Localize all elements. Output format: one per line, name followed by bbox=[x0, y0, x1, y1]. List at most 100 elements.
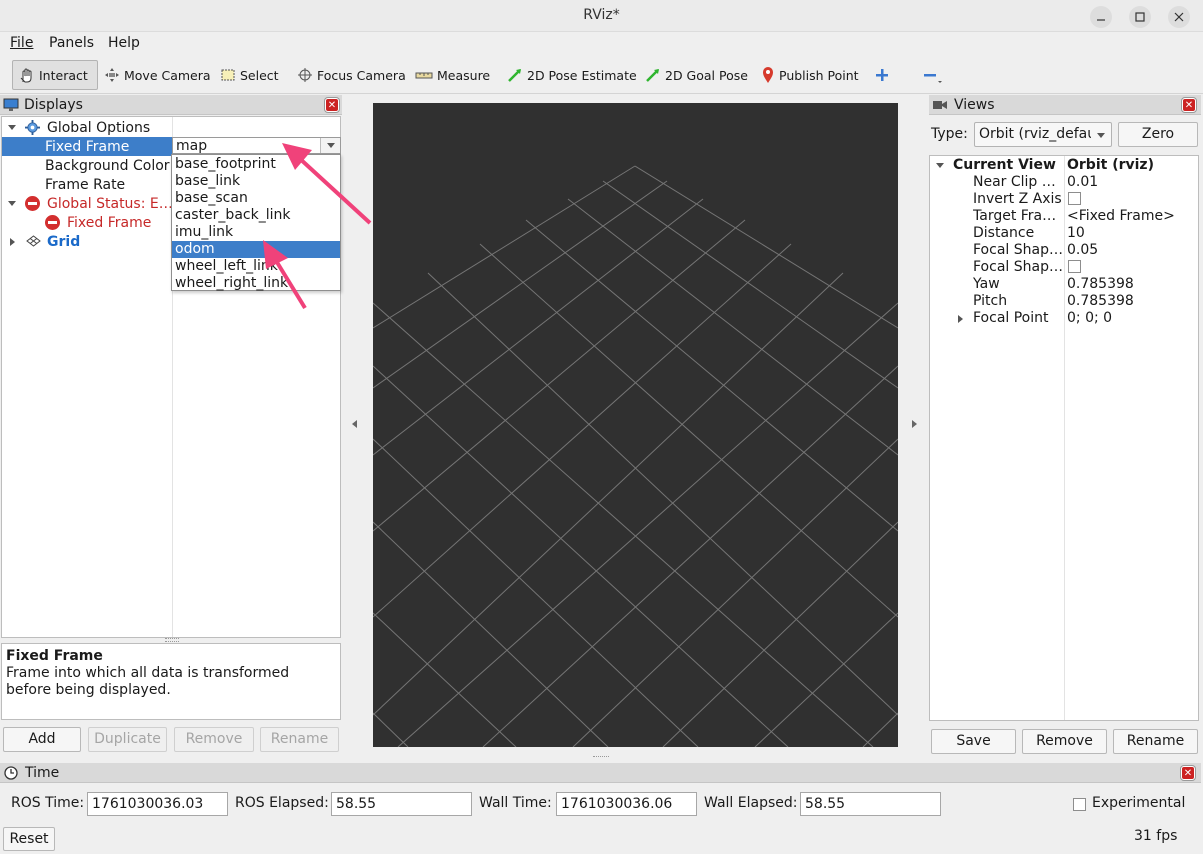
focal-shape-fixed-checkbox[interactable] bbox=[1068, 260, 1081, 273]
maximize-icon bbox=[1135, 12, 1145, 22]
ruler-icon bbox=[415, 72, 433, 79]
focus-camera-tool-button[interactable]: Focus Camera bbox=[293, 60, 410, 90]
title-bar: RViz* bbox=[0, 0, 1203, 32]
close-displays-button[interactable]: ✕ bbox=[325, 98, 339, 112]
tree-row-global-options[interactable]: Global Options bbox=[2, 118, 340, 137]
dropdown-option-highlighted[interactable]: odom bbox=[172, 241, 340, 258]
pose-estimate-tool-button[interactable]: 2D Pose Estimate bbox=[503, 60, 641, 90]
splitter-handle[interactable] bbox=[593, 756, 609, 759]
remove-display-button[interactable]: Remove bbox=[174, 727, 254, 752]
experimental-checkbox[interactable] bbox=[1073, 798, 1086, 811]
expand-arrow-icon[interactable] bbox=[8, 125, 16, 130]
tree-row-focal-shape-size[interactable]: Focal Shap… 0.05 bbox=[930, 242, 1198, 259]
remove-view-button[interactable]: Remove bbox=[1022, 729, 1107, 754]
close-views-button[interactable]: ✕ bbox=[1182, 98, 1196, 112]
close-time-button[interactable]: ✕ bbox=[1181, 766, 1195, 780]
publish-point-tool-button[interactable]: Publish Point bbox=[757, 60, 863, 90]
hand-icon bbox=[20, 68, 32, 83]
measure-tool-button[interactable]: Measure bbox=[411, 60, 494, 90]
dropdown-option[interactable]: base_footprint bbox=[172, 156, 340, 173]
pitch-value[interactable]: 0.785398 bbox=[1067, 293, 1134, 309]
frame-rate-label: Frame Rate bbox=[45, 176, 126, 193]
ros-elapsed-field[interactable]: 58.55 bbox=[331, 792, 472, 816]
distance-value[interactable]: 10 bbox=[1067, 225, 1085, 241]
grid-render bbox=[373, 165, 898, 747]
wall-time-field[interactable]: 1761030036.06 bbox=[556, 792, 697, 816]
expand-arrow-icon[interactable] bbox=[936, 163, 944, 168]
save-view-button[interactable]: Save bbox=[931, 729, 1016, 754]
splitter-handle[interactable] bbox=[165, 638, 179, 642]
duplicate-display-button[interactable]: Duplicate bbox=[88, 727, 167, 752]
tree-row-invert-z[interactable]: Invert Z Axis bbox=[930, 191, 1198, 208]
global-status-label: Global Status: E… bbox=[47, 195, 171, 212]
ros-time-label: ROS Time: bbox=[11, 795, 85, 811]
measure-label: Measure bbox=[437, 67, 491, 83]
description-title: Fixed Frame bbox=[6, 648, 103, 664]
tree-row-yaw[interactable]: Yaw 0.785398 bbox=[930, 276, 1198, 293]
fixed-frame-dropdown-list: base_footprint base_link base_scan caste… bbox=[171, 154, 341, 291]
menu-panels[interactable]: Panels bbox=[49, 35, 94, 51]
near-clip-value[interactable]: 0.01 bbox=[1067, 174, 1098, 190]
select-tool-button[interactable]: Select bbox=[216, 60, 283, 90]
wall-elapsed-field[interactable]: 58.55 bbox=[800, 792, 941, 816]
dropdown-option[interactable]: caster_back_link bbox=[172, 207, 340, 224]
dropdown-option[interactable]: base_link bbox=[172, 173, 340, 190]
background-color-label: Background Color bbox=[45, 157, 170, 174]
chevron-down-icon bbox=[327, 143, 335, 148]
tree-row-focal-point[interactable]: Focal Point 0; 0; 0 bbox=[930, 310, 1198, 327]
rename-view-button[interactable]: Rename bbox=[1113, 729, 1198, 754]
displays-panel-header: Displays ✕ bbox=[0, 95, 342, 115]
invert-z-checkbox[interactable] bbox=[1068, 192, 1081, 205]
rename-display-button[interactable]: Rename bbox=[260, 727, 339, 752]
menu-help[interactable]: Help bbox=[108, 35, 140, 51]
yaw-value[interactable]: 0.785398 bbox=[1067, 276, 1134, 292]
tree-row-distance[interactable]: Distance 10 bbox=[930, 225, 1198, 242]
target-frame-value[interactable]: <Fixed Frame> bbox=[1067, 208, 1175, 224]
view-type-select[interactable]: Orbit (rviz_defau bbox=[974, 122, 1112, 147]
fixed-frame-combobox[interactable]: map bbox=[172, 137, 341, 154]
publish-point-label: Publish Point bbox=[779, 67, 859, 83]
add-tool-button[interactable] bbox=[871, 60, 893, 90]
dropdown-option[interactable]: base_scan bbox=[172, 190, 340, 207]
expand-arrow-icon[interactable] bbox=[958, 315, 963, 323]
dropdown-option[interactable]: wheel_right_link bbox=[172, 275, 340, 292]
select-label: Select bbox=[240, 67, 279, 83]
pitch-label: Pitch bbox=[973, 293, 1008, 309]
yaw-label: Yaw bbox=[973, 276, 1000, 292]
menu-file[interactable]: File bbox=[10, 35, 33, 51]
expand-arrow-icon[interactable] bbox=[10, 238, 15, 246]
move-camera-tool-button[interactable]: Move Camera bbox=[100, 60, 215, 90]
dropdown-option[interactable]: wheel_left_link bbox=[172, 258, 340, 275]
close-window-button[interactable] bbox=[1168, 6, 1190, 28]
combo-dropdown-button[interactable] bbox=[320, 138, 340, 153]
grid-label: Grid bbox=[47, 233, 81, 250]
tree-row-target-frame[interactable]: Target Fra… <Fixed Frame> bbox=[930, 208, 1198, 225]
goal-pose-tool-button[interactable]: 2D Goal Pose bbox=[641, 60, 752, 90]
tree-row-near-clip[interactable]: Near Clip … 0.01 bbox=[930, 174, 1198, 191]
remove-tool-button[interactable] bbox=[919, 60, 947, 90]
menu-bar: File Panels Help bbox=[0, 32, 1203, 56]
add-display-button[interactable]: Add bbox=[3, 727, 81, 752]
displays-title: Displays bbox=[24, 96, 83, 113]
minimize-button[interactable] bbox=[1090, 6, 1112, 28]
type-label: Type: bbox=[931, 126, 968, 142]
error-icon bbox=[45, 215, 60, 230]
time-title: Time bbox=[25, 764, 60, 781]
expand-arrow-icon[interactable] bbox=[8, 201, 16, 206]
focal-point-value[interactable]: 0; 0; 0 bbox=[1067, 310, 1112, 326]
time-panel-header: Time ✕ bbox=[0, 763, 1201, 783]
fixed-frame-label: Fixed Frame bbox=[45, 138, 130, 155]
dropdown-option[interactable]: imu_link bbox=[172, 224, 340, 241]
reset-button[interactable]: Reset bbox=[3, 827, 55, 851]
3d-viewport[interactable] bbox=[373, 103, 898, 747]
interact-tool-button[interactable]: Interact bbox=[12, 60, 98, 90]
tree-row-current-view[interactable]: Current View Orbit (rviz) bbox=[930, 157, 1198, 174]
zero-button[interactable]: Zero bbox=[1118, 122, 1198, 147]
tree-row-pitch[interactable]: Pitch 0.785398 bbox=[930, 293, 1198, 310]
maximize-button[interactable] bbox=[1129, 6, 1151, 28]
tree-row-fixed-frame[interactable]: Fixed Frame bbox=[2, 137, 172, 156]
tree-row-focal-shape-fixed[interactable]: Focal Shap… bbox=[930, 259, 1198, 276]
minimize-icon bbox=[1097, 19, 1105, 21]
ros-time-field[interactable]: 1761030036.03 bbox=[87, 792, 228, 816]
focal-shape-size-value[interactable]: 0.05 bbox=[1067, 242, 1098, 258]
